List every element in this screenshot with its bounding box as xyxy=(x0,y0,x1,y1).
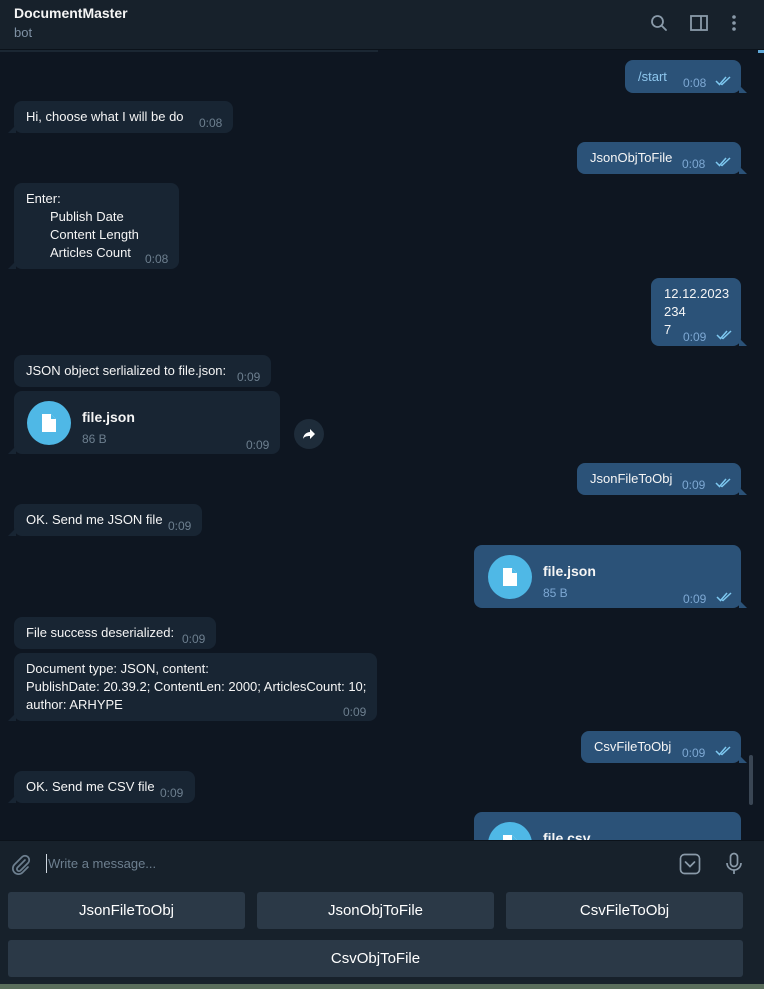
message-text: CsvFileToObj xyxy=(594,739,672,754)
read-checkmarks-icon xyxy=(715,746,731,756)
scrollbar[interactable] xyxy=(749,755,753,805)
keyboard-button-jsonobjtofile[interactable]: JsonObjToFile xyxy=(257,892,494,929)
message-composer: Write a message... xyxy=(0,840,764,886)
message-time: 0:09 xyxy=(246,438,270,452)
file-message-incoming[interactable]: file.json 86 B 0:09 xyxy=(8,391,280,454)
message-line: Articles Count xyxy=(50,245,131,260)
file-size: 85 B xyxy=(543,586,568,600)
bot-keyboard-icon[interactable] xyxy=(679,853,701,875)
desktop-taskbar-strip xyxy=(0,984,764,989)
message-line: 234 xyxy=(664,304,686,319)
message-text: File success deserialized: xyxy=(26,625,175,640)
message-text: OK. Send me JSON file xyxy=(26,512,163,527)
message-text[interactable]: /start xyxy=(638,68,667,86)
message-time: 0:09 xyxy=(182,632,206,646)
read-checkmarks-icon xyxy=(715,478,731,488)
message-time: 0:09 xyxy=(237,370,261,384)
message-time: 0:09 xyxy=(160,786,184,800)
bot-reply-keyboard: JsonFileToObj JsonObjToFile CsvFileToObj… xyxy=(0,886,764,989)
file-size: 86 B xyxy=(82,432,107,446)
message-time: 0:08 xyxy=(682,157,706,171)
more-vertical-icon[interactable] xyxy=(723,12,745,34)
message-time: 0:08 xyxy=(199,116,223,130)
message-incoming[interactable]: OK. Send me CSV file 0:09 xyxy=(8,771,195,803)
message-time: 0:09 xyxy=(682,746,706,760)
sidebar-toggle-icon[interactable] xyxy=(688,12,710,34)
text-caret xyxy=(46,854,47,873)
message-incoming[interactable]: OK. Send me JSON file 0:09 xyxy=(8,504,202,536)
chat-header: DocumentMaster bot xyxy=(0,0,764,50)
message-line: Document type: JSON, content: xyxy=(26,661,209,676)
scroll-indicator xyxy=(758,50,764,53)
file-message-outgoing[interactable]: file.csv xyxy=(474,812,741,840)
read-checkmarks-icon xyxy=(716,592,732,602)
message-incoming[interactable]: File success deserialized: 0:09 xyxy=(14,617,216,649)
message-outgoing[interactable]: JsonFileToObj 0:09 xyxy=(577,463,747,495)
message-outgoing[interactable]: JsonObjToFile 0:08 xyxy=(577,142,747,174)
file-download-icon[interactable] xyxy=(27,401,71,445)
attach-icon[interactable] xyxy=(10,854,32,876)
message-time: 0:09 xyxy=(683,330,707,344)
message-time: 0:09 xyxy=(682,478,706,492)
message-input[interactable]: Write a message... xyxy=(48,856,156,871)
message-time: 0:09 xyxy=(343,705,367,719)
read-checkmarks-icon xyxy=(716,330,732,340)
message-text: JsonObjToFile xyxy=(590,150,673,165)
file-name[interactable]: file.json xyxy=(543,562,596,580)
message-time: 0:09 xyxy=(168,519,192,533)
message-text: JsonFileToObj xyxy=(590,471,673,486)
chat-title[interactable]: DocumentMaster xyxy=(14,5,128,21)
message-time: 0:08 xyxy=(683,76,707,90)
file-download-icon[interactable] xyxy=(488,555,532,599)
forward-icon[interactable] xyxy=(294,419,324,449)
divider xyxy=(0,50,378,52)
file-message-outgoing[interactable]: file.json 85 B 0:09 xyxy=(474,545,747,608)
message-text: Hi, choose what I will be do xyxy=(26,109,184,124)
message-time: 0:09 xyxy=(683,592,707,606)
message-line: author: ARHYPE xyxy=(26,697,123,712)
message-time: 0:08 xyxy=(145,252,169,266)
message-incoming[interactable]: Enter: Publish Date Content Length Artic… xyxy=(8,183,179,269)
file-name[interactable]: file.csv xyxy=(543,829,590,840)
message-outgoing[interactable]: CsvFileToObj 0:09 xyxy=(581,731,747,763)
search-icon[interactable] xyxy=(648,12,670,34)
message-line: Publish Date xyxy=(50,209,124,224)
message-incoming[interactable]: JSON object serlialized to file.json: 0:… xyxy=(14,355,271,387)
message-line: 12.12.2023 xyxy=(664,286,730,301)
file-name[interactable]: file.json xyxy=(82,408,135,426)
message-incoming[interactable]: Document type: JSON, content: PublishDat… xyxy=(8,653,377,721)
chat-subtitle: bot xyxy=(14,25,33,40)
message-line: 7 xyxy=(664,322,672,337)
message-line: Content Length xyxy=(50,227,139,242)
message-list[interactable]: /start 0:08 Hi, choose what I will be do… xyxy=(0,50,764,840)
message-line: PublishDate: 20.39.2; ContentLen: 2000; … xyxy=(26,679,367,694)
message-text: OK. Send me CSV file xyxy=(26,779,155,794)
message-outgoing[interactable]: 12.12.2023 234 7 0:09 xyxy=(651,278,747,346)
file-download-icon[interactable] xyxy=(488,822,532,840)
message-incoming[interactable]: Hi, choose what I will be do 0:08 xyxy=(8,101,233,133)
keyboard-button-jsonfiletoobj[interactable]: JsonFileToObj xyxy=(8,892,245,929)
microphone-icon[interactable] xyxy=(724,852,744,876)
message-outgoing[interactable]: /start 0:08 xyxy=(625,60,747,93)
message-text: JSON object serlialized to file.json: xyxy=(26,363,227,378)
keyboard-button-csvfiletoobj[interactable]: CsvFileToObj xyxy=(506,892,743,929)
message-line: Enter: xyxy=(26,191,61,206)
read-checkmarks-icon xyxy=(715,157,731,167)
read-checkmarks-icon xyxy=(715,76,731,86)
keyboard-button-csvobjtofile[interactable]: CsvObjToFile xyxy=(8,940,743,977)
